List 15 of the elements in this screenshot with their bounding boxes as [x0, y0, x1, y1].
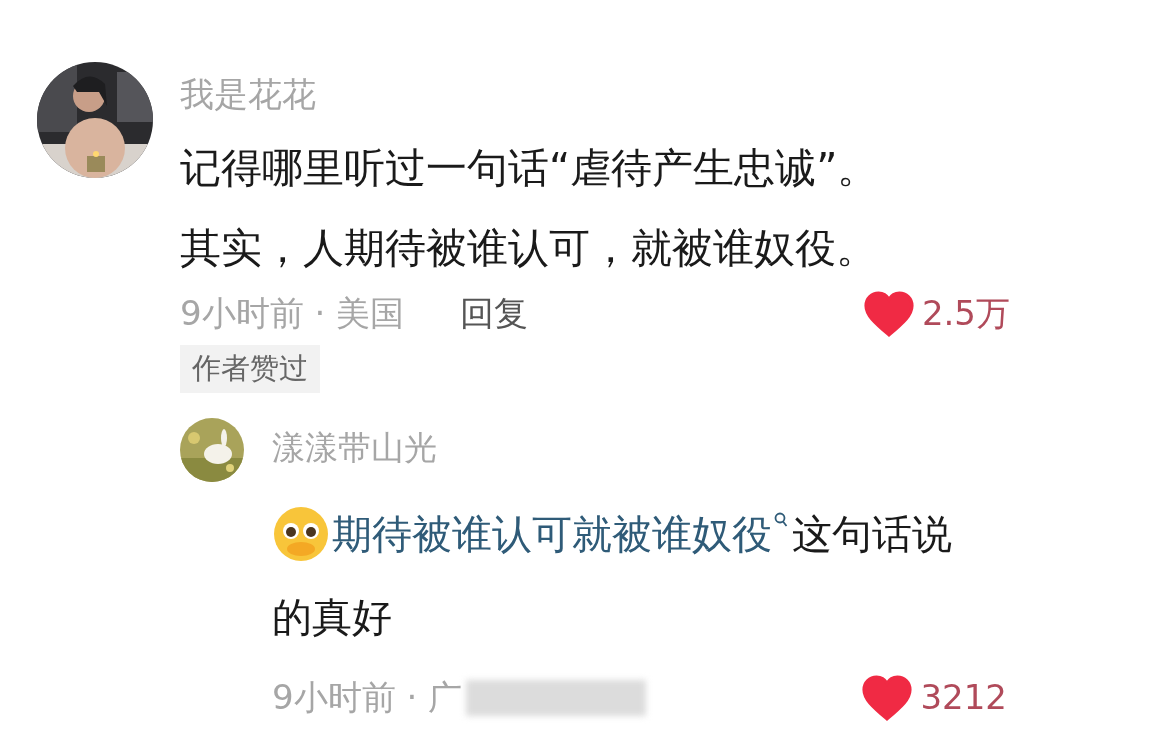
- search-icon: [774, 511, 788, 528]
- reply-meta: 9小时前 · 广: [272, 676, 463, 719]
- pleading-emoji-icon: [272, 504, 330, 563]
- like-count: 3212: [920, 676, 1007, 719]
- heart-icon[interactable]: [863, 290, 914, 337]
- author-liked-tag: 作者赞过: [180, 345, 320, 393]
- reply-text: 的真好: [272, 592, 393, 642]
- heart-icon[interactable]: [862, 674, 913, 721]
- comment-meta: 9小时前 · 美国: [180, 292, 405, 335]
- topic-link[interactable]: 期待被谁认可就被谁奴役: [332, 503, 772, 564]
- comment-text: 记得哪里听过一句话“虐待产生忠诚”。: [180, 143, 880, 194]
- reply-text: 这句话说: [792, 509, 952, 559]
- reply-link[interactable]: 回复: [460, 288, 529, 339]
- comment-text: 其实，人期待被谁认可，就被谁奴役。: [180, 223, 878, 274]
- like-count: 2.5万: [921, 292, 1010, 335]
